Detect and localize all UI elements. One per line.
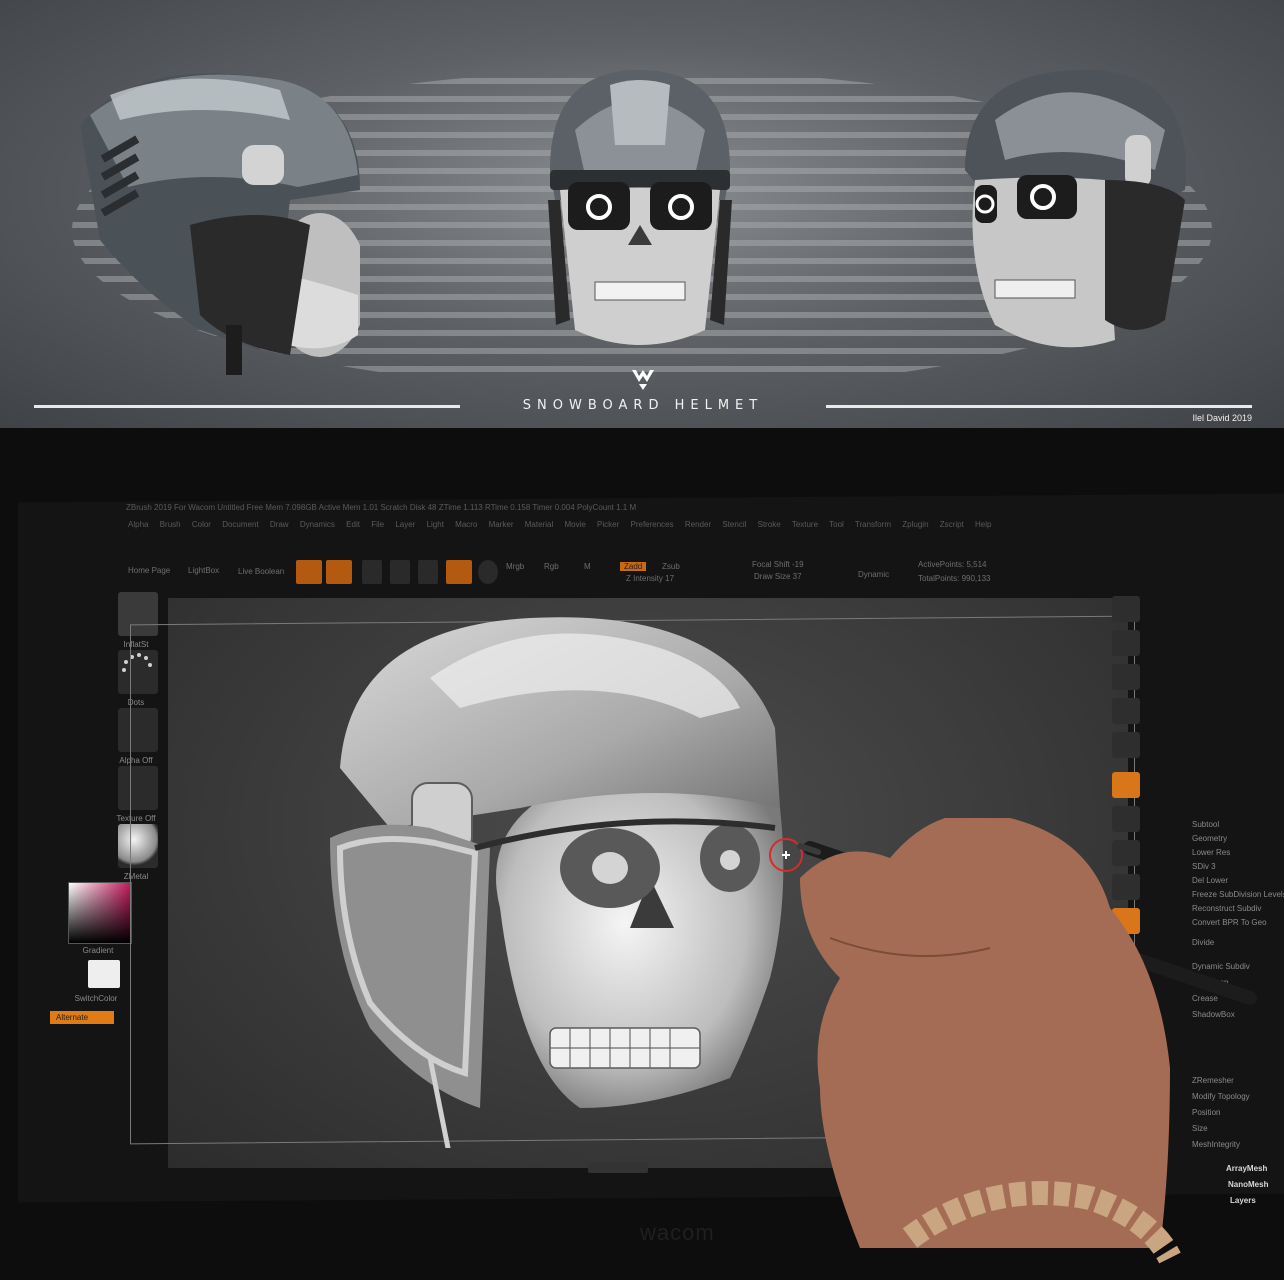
material-sphere-icon[interactable] <box>478 560 498 584</box>
secondary-color-swatch[interactable] <box>88 960 120 988</box>
menu-item[interactable]: Stroke <box>758 520 781 529</box>
menu-item[interactable]: Material <box>525 520 553 529</box>
menu-item[interactable]: Macro <box>455 520 477 529</box>
persp-icon[interactable] <box>1112 772 1140 798</box>
total-points-readout: TotalPoints: 990,133 <box>918 574 991 583</box>
m-toggle[interactable]: M <box>584 562 591 571</box>
menu-item[interactable]: Dynamics <box>300 520 335 529</box>
scale-icon[interactable] <box>390 560 410 584</box>
bpr-icon[interactable] <box>1112 596 1140 622</box>
menu-item[interactable]: Layer <box>395 520 415 529</box>
mrgb-toggle[interactable]: Mrgb <box>506 562 524 571</box>
app-titlebar: ZBrush 2019 For Wacom Untitled Free Mem … <box>126 503 637 512</box>
menu-item[interactable]: Marker <box>489 520 514 529</box>
edit-button[interactable] <box>296 560 322 584</box>
alternate-button[interactable]: Alternate <box>50 1011 114 1024</box>
live-boolean-button[interactable]: Live Boolean <box>238 567 284 576</box>
sculpted-helmet-model[interactable] <box>300 608 820 1148</box>
lightbox-button[interactable]: LightBox <box>188 566 219 575</box>
home-page-button[interactable]: Home Page <box>128 566 170 575</box>
menu-item[interactable]: Stencil <box>722 520 746 529</box>
helmet-three-quarter-view <box>965 70 1186 348</box>
draw-button[interactable] <box>326 560 352 584</box>
dynamic-toggle[interactable]: Dynamic <box>858 570 889 579</box>
menu-item[interactable]: Transform <box>855 520 891 529</box>
menu-item[interactable]: Help <box>975 520 991 529</box>
actual-icon[interactable] <box>1112 732 1140 758</box>
bezel-brand: wacom <box>640 1220 715 1245</box>
top-toolbar: Home Page LightBox Live Boolean Mrgb Rgb… <box>118 560 1148 602</box>
menu-item[interactable]: Tool <box>829 520 844 529</box>
artist-credit: Ilel David 2019 <box>1192 413 1252 423</box>
menu-item[interactable]: Zplugin <box>902 520 928 529</box>
spix-icon[interactable] <box>1112 630 1140 656</box>
menu-item[interactable]: File <box>371 520 384 529</box>
menu-item[interactable]: Edit <box>346 520 360 529</box>
menu-item[interactable]: Zscript <box>940 520 964 529</box>
zadd-toggle[interactable]: Zadd <box>620 562 647 571</box>
zoom-icon[interactable] <box>1112 698 1140 724</box>
rgb-toggle[interactable]: Rgb <box>544 562 559 571</box>
brand-logo <box>632 370 654 390</box>
z-intensity-slider[interactable]: Z Intensity 17 <box>626 574 674 583</box>
gradient-label: Gradient <box>82 946 114 955</box>
menu-item[interactable]: Draw <box>270 520 289 529</box>
app-menubar: Alpha Brush Color Document Draw Dynamics… <box>118 520 1148 534</box>
menu-item[interactable]: Picker <box>597 520 619 529</box>
menu-item[interactable]: Brush <box>160 520 181 529</box>
divider-right <box>826 405 1252 408</box>
active-points-readout: ActivePoints: 5,514 <box>918 560 987 569</box>
menu-item[interactable]: Color <box>192 520 211 529</box>
menu-item[interactable]: Movie <box>564 520 585 529</box>
menu-item[interactable]: Document <box>222 520 258 529</box>
bezel-indicator <box>588 1163 648 1173</box>
menu-item[interactable]: Light <box>427 520 444 529</box>
focal-shift-slider[interactable]: Focal Shift -19 <box>752 560 804 569</box>
helmet-front-view <box>548 70 732 345</box>
divider-left <box>34 405 460 408</box>
move-icon[interactable] <box>362 560 382 584</box>
draw-size-slider[interactable]: Draw Size 37 <box>754 572 802 581</box>
zsub-toggle[interactable]: Zsub <box>662 562 680 571</box>
hand-with-stylus <box>797 818 1257 1264</box>
gizmo-button[interactable] <box>446 560 472 584</box>
color-picker[interactable] <box>68 882 132 944</box>
switchcolor-label[interactable]: SwitchColor <box>60 994 132 1003</box>
helmet-side-view <box>80 73 360 375</box>
board-title: SNOWBOARD HELMET <box>522 398 764 413</box>
menu-item[interactable]: Render <box>685 520 711 529</box>
screenshot-root: SNOWBOARD HELMET Ilel David 2019 ZBrush … <box>0 0 1284 1280</box>
scroll-icon[interactable] <box>1112 664 1140 690</box>
menu-item[interactable]: Alpha <box>128 520 148 529</box>
menu-item[interactable]: Preferences <box>631 520 674 529</box>
menu-item[interactable]: Texture <box>792 520 818 529</box>
rotate-icon[interactable] <box>418 560 438 584</box>
tablet-photo: ZBrush 2019 For Wacom Untitled Free Mem … <box>0 428 1284 1280</box>
presentation-board: SNOWBOARD HELMET Ilel David 2019 <box>0 0 1284 428</box>
